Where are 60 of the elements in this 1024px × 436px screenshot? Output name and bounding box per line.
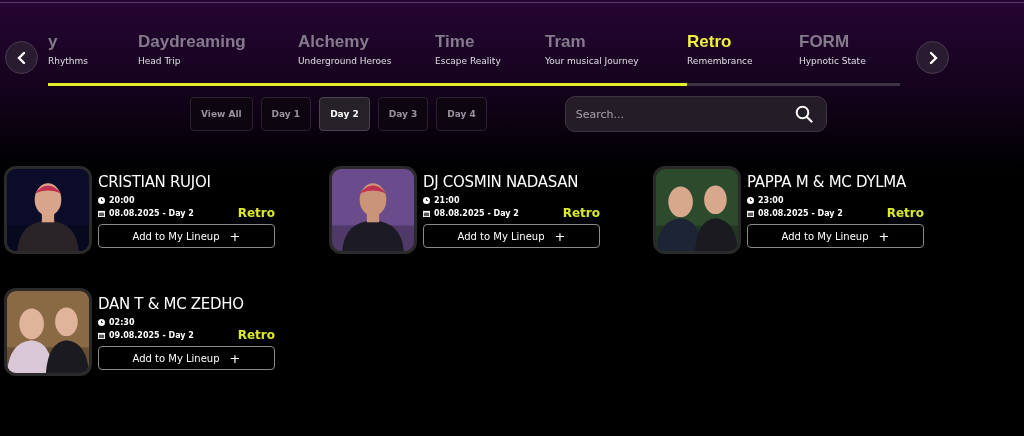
stage-name: y xyxy=(48,31,59,53)
set-date: 08.08.2025 - Day 2 xyxy=(758,208,843,218)
artist-name: CRISTIAN RUJOI xyxy=(98,172,212,192)
set-date: 09.08.2025 - Day 2 xyxy=(109,330,194,340)
day-filter[interactable]: Day 1 xyxy=(260,97,312,131)
set-time: 21:00 xyxy=(434,196,460,205)
clock-icon xyxy=(98,319,105,326)
artist-name: PAPPA M & MC DYLMA xyxy=(747,172,907,192)
chevron-left-icon xyxy=(16,50,27,65)
clock-icon xyxy=(423,197,430,204)
set-time: 20:00 xyxy=(109,196,135,205)
stage-tab[interactable]: Daydreaming Head Trip xyxy=(138,29,298,79)
stage-tab[interactable]: Tram Your musical Journey xyxy=(545,29,687,79)
calendar-icon xyxy=(747,209,754,217)
stage-subtitle: Underground Heroes xyxy=(298,56,393,66)
stage-tab[interactable]: Alchemy Underground Heroes xyxy=(298,29,435,79)
stage-subtitle: Head Trip xyxy=(138,56,182,66)
day-filter[interactable]: View All xyxy=(190,97,253,131)
stage-tab[interactable]: FORM Hypnotic State xyxy=(799,29,900,79)
add-to-lineup-button[interactable]: Add to My Lineup + xyxy=(423,224,600,248)
stage-label: Retro xyxy=(562,206,600,220)
add-to-lineup-button[interactable]: Add to My Lineup + xyxy=(98,346,275,370)
stage-tab[interactable]: Retro Remembrance xyxy=(687,29,799,79)
stage-name: Tram xyxy=(545,31,587,53)
calendar-icon xyxy=(423,209,430,217)
set-time: 23:00 xyxy=(758,196,784,205)
day-filter[interactable]: Day 3 xyxy=(377,97,429,131)
stage-subtitle: Your musical Journey xyxy=(545,56,640,66)
artist-name: DAN T & MC ZEDHO xyxy=(98,294,245,314)
stage-label: Retro xyxy=(237,206,275,220)
set-time: 02:30 xyxy=(109,318,135,327)
stage-name: Daydreaming xyxy=(138,31,247,53)
set-date: 08.08.2025 - Day 2 xyxy=(109,208,194,218)
next-button[interactable] xyxy=(916,41,949,74)
stage-name: Retro xyxy=(687,31,733,53)
calendar-icon xyxy=(98,209,105,217)
stage-subtitle: Remembrance xyxy=(687,56,754,66)
set-date: 08.08.2025 - Day 2 xyxy=(434,208,519,218)
stage-label: Retro xyxy=(237,328,275,342)
previous-button[interactable] xyxy=(5,41,38,74)
add-to-lineup-button[interactable]: Add to My Lineup + xyxy=(98,224,275,248)
search-icon xyxy=(794,105,813,123)
search-field[interactable]: Search... xyxy=(564,96,827,132)
stage-tab[interactable]: Time Escape Reality xyxy=(435,29,545,79)
stage-name: Alchemy xyxy=(298,31,370,53)
calendar-icon xyxy=(98,331,105,339)
stage-subtitle: Rhythms xyxy=(48,56,89,66)
day-filter[interactable]: Day 2 xyxy=(319,97,370,131)
clock-icon xyxy=(747,197,754,204)
artist-name: DJ COSMIN NADASAN xyxy=(423,172,580,192)
clock-icon xyxy=(98,197,105,204)
stage-label: Retro xyxy=(886,206,924,220)
stage-name: FORM xyxy=(799,31,851,53)
stage-subtitle: Escape Reality xyxy=(435,56,502,66)
add-to-lineup-button[interactable]: Add to My Lineup + xyxy=(747,224,924,248)
day-filter[interactable]: Day 4 xyxy=(436,97,487,131)
stage-subtitle: Hypnotic State xyxy=(799,56,866,66)
stage-tab[interactable]: y Rhythms xyxy=(48,29,138,79)
chevron-right-icon xyxy=(927,50,938,65)
stage-name: Time xyxy=(435,31,476,53)
